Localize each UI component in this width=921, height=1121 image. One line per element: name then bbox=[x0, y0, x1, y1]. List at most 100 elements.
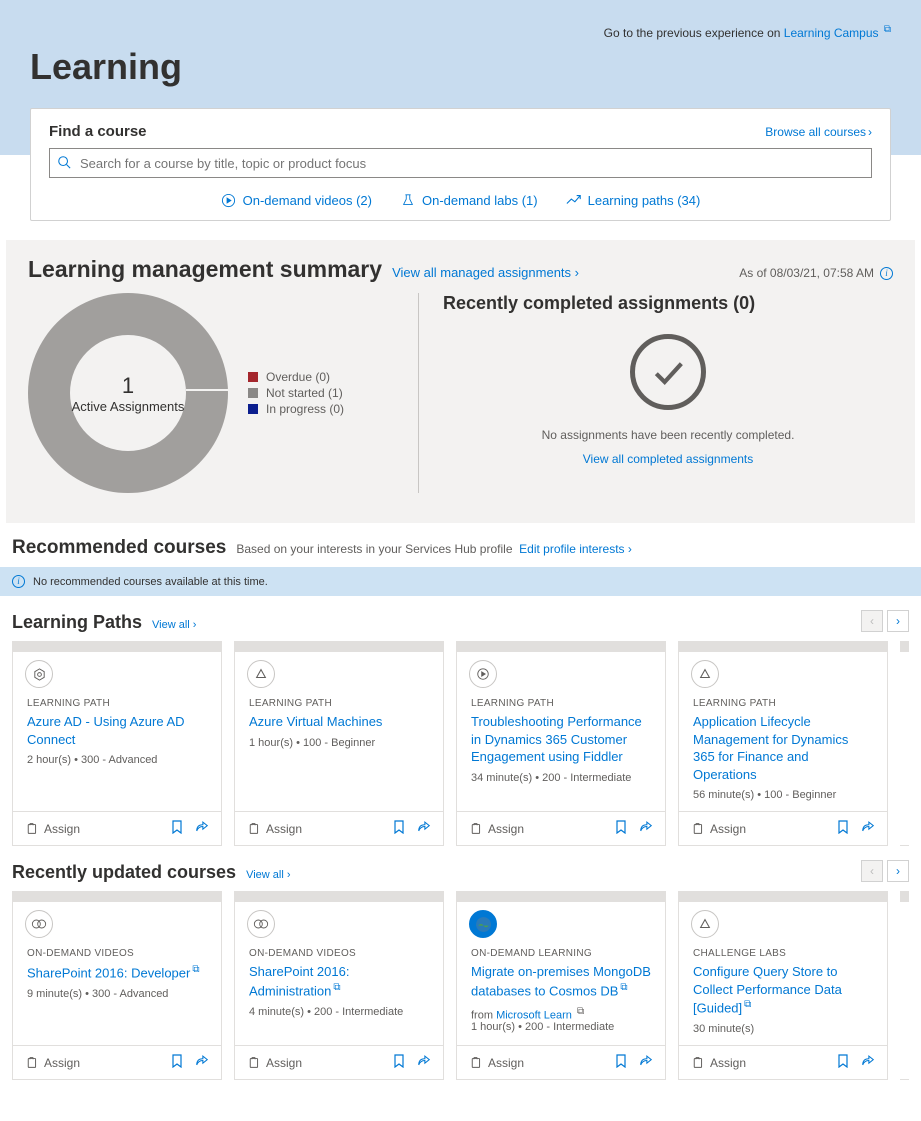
view-all-managed-assignments-link[interactable]: View all managed assignments › bbox=[392, 265, 579, 280]
learning-paths-section: Learning Paths View all › ‹ › LEARNING P… bbox=[0, 596, 921, 846]
card-title-link[interactable]: Migrate on-premises MongoDB databases to… bbox=[471, 963, 651, 999]
card-meta: 30 minute(s) bbox=[693, 1023, 873, 1035]
legend-overdue: Overdue (0) bbox=[248, 370, 344, 384]
page-title: Learning bbox=[30, 46, 891, 88]
on-demand-videos-link[interactable]: On-demand videos (2) bbox=[221, 192, 372, 208]
previous-experience-text: Go to the previous experience on Learnin… bbox=[30, 18, 891, 40]
card-meta: 56 minute(s) • 100 - Beginner bbox=[693, 789, 873, 801]
card-type-label: ON-DEMAND LEARNING bbox=[471, 948, 651, 959]
recent-prev-button[interactable]: ‹ bbox=[861, 860, 883, 882]
assign-button[interactable]: Assign bbox=[691, 1056, 746, 1070]
recently-updated-title: Recently updated courses bbox=[12, 862, 236, 883]
find-course-panel: Find a course Browse all courses › On-de… bbox=[30, 108, 891, 221]
search-icon bbox=[57, 155, 71, 172]
previous-experience-prefix: Go to the previous experience on bbox=[604, 26, 784, 40]
paths-prev-button[interactable]: ‹ bbox=[861, 610, 883, 632]
recent-course-card: ON-DEMAND VIDEOSSharePoint 2016: Adminis… bbox=[234, 891, 444, 1080]
share-icon[interactable] bbox=[195, 1054, 209, 1071]
external-icon: ⧉ bbox=[192, 964, 199, 975]
assign-button[interactable]: Assign bbox=[25, 1056, 80, 1070]
bookmark-icon[interactable] bbox=[615, 820, 627, 837]
bookmark-icon[interactable] bbox=[393, 820, 405, 837]
card-from: from Microsoft Learn ⧉ bbox=[471, 1006, 651, 1022]
external-icon: ⧉ bbox=[744, 999, 751, 1010]
card-type-icon bbox=[247, 660, 275, 688]
card-type-label: LEARNING PATH bbox=[471, 698, 651, 709]
card-type-icon bbox=[25, 910, 53, 938]
recently-completed-title: Recently completed assignments (0) bbox=[443, 293, 893, 314]
find-course-title: Find a course bbox=[49, 123, 147, 140]
learning-campus-link[interactable]: Learning Campus ⧉ bbox=[784, 26, 891, 40]
recent-course-card: ON-DEMAND LEARNING Migrate on-premises Mo… bbox=[456, 891, 666, 1080]
as-of-timestamp: As of 08/03/21, 07:58 AM i bbox=[739, 266, 893, 280]
learning-paths-viewall-link[interactable]: View all › bbox=[152, 619, 196, 631]
card-meta: 9 minute(s) • 300 - Advanced bbox=[27, 988, 207, 1000]
card-type-label: LEARNING PATH bbox=[249, 698, 429, 709]
course-search-input[interactable] bbox=[49, 148, 872, 178]
assign-button[interactable]: Assign bbox=[469, 1056, 524, 1070]
trend-icon bbox=[566, 192, 582, 208]
card-title-link[interactable]: SharePoint 2016: Developer⧉ bbox=[27, 963, 207, 982]
edit-profile-interests-link[interactable]: Edit profile interests › bbox=[519, 542, 632, 556]
recommended-subtitle: Based on your interests in your Services… bbox=[236, 542, 632, 556]
browse-all-courses-link[interactable]: Browse all courses › bbox=[765, 125, 872, 139]
recent-next-button[interactable]: › bbox=[887, 860, 909, 882]
share-icon[interactable] bbox=[861, 1054, 875, 1071]
card-meta: 1 hour(s) • 100 - Beginner bbox=[249, 737, 429, 749]
card-type-label: CHALLENGE LABS bbox=[693, 948, 873, 959]
card-meta: 34 minute(s) • 200 - Intermediate bbox=[471, 772, 651, 784]
on-demand-labs-link[interactable]: On-demand labs (1) bbox=[400, 192, 538, 208]
view-all-completed-link[interactable]: View all completed assignments bbox=[443, 452, 893, 466]
bookmark-icon[interactable] bbox=[171, 820, 183, 837]
share-icon[interactable] bbox=[417, 1054, 431, 1071]
card-title-link[interactable]: Application Lifecycle Management for Dyn… bbox=[693, 713, 873, 783]
bookmark-icon[interactable] bbox=[393, 1054, 405, 1071]
card-type-label: LEARNING PATH bbox=[27, 698, 207, 709]
card-type-icon bbox=[25, 660, 53, 688]
bookmark-icon[interactable] bbox=[837, 820, 849, 837]
recommended-courses-section: Recommended courses Based on your intere… bbox=[0, 523, 921, 559]
share-icon[interactable] bbox=[639, 820, 653, 837]
learning-paths-title: Learning Paths bbox=[12, 612, 142, 633]
card-title-link[interactable]: SharePoint 2016: Administration⧉ bbox=[249, 963, 429, 999]
learning-path-card: LEARNING PATH Troubleshooting Performance… bbox=[456, 641, 666, 846]
recently-completed-empty-text: No assignments have been recently comple… bbox=[443, 428, 893, 442]
card-title-link[interactable]: Azure Virtual Machines bbox=[249, 713, 429, 731]
share-icon[interactable] bbox=[639, 1054, 653, 1071]
active-assignments-donut: 1 Active Assignments bbox=[28, 293, 228, 493]
external-icon: ⧉ bbox=[884, 24, 891, 35]
paths-next-button[interactable]: › bbox=[887, 610, 909, 632]
learning-path-card: LEARNING PATH Azure Virtual Machines 1 hou… bbox=[234, 641, 444, 846]
card-from-link[interactable]: Microsoft Learn bbox=[496, 1009, 572, 1021]
hero-banner: Go to the previous experience on Learnin… bbox=[0, 0, 921, 155]
donut-legend: Overdue (0) Not started (1) In progress … bbox=[248, 368, 344, 418]
info-icon[interactable]: i bbox=[880, 267, 893, 280]
play-circle-icon bbox=[221, 192, 237, 208]
share-icon[interactable] bbox=[417, 820, 431, 837]
assign-button[interactable]: Assign bbox=[25, 822, 80, 836]
learning-management-summary: Learning management summary View all man… bbox=[6, 240, 915, 523]
card-title-link[interactable]: Azure AD - Using Azure AD Connect bbox=[27, 713, 207, 748]
recently-updated-viewall-link[interactable]: View all › bbox=[246, 869, 290, 881]
legend-not-started: Not started (1) bbox=[248, 386, 344, 400]
assign-button[interactable]: Assign bbox=[247, 1056, 302, 1070]
bookmark-icon[interactable] bbox=[837, 1054, 849, 1071]
legend-in-progress: In progress (0) bbox=[248, 402, 344, 416]
external-icon: ⧉ bbox=[620, 982, 627, 993]
checkmark-circle-icon bbox=[630, 334, 706, 410]
learning-paths-link[interactable]: Learning paths (34) bbox=[566, 192, 701, 208]
card-title-link[interactable]: Configure Query Store to Collect Perform… bbox=[693, 963, 873, 1017]
card-type-icon bbox=[691, 660, 719, 688]
share-icon[interactable] bbox=[195, 820, 209, 837]
learning-path-card: LEARNING PATHApplication Lifecycle Manag… bbox=[678, 641, 888, 846]
assign-button[interactable]: Assign bbox=[247, 822, 302, 836]
summary-title: Learning management summary bbox=[28, 256, 382, 283]
bookmark-icon[interactable] bbox=[171, 1054, 183, 1071]
card-title-link[interactable]: Troubleshooting Performance in Dynamics … bbox=[471, 713, 651, 766]
bookmark-icon[interactable] bbox=[615, 1054, 627, 1071]
assign-button[interactable]: Assign bbox=[691, 822, 746, 836]
learning-path-card-peek bbox=[900, 641, 909, 846]
assign-button[interactable]: Assign bbox=[469, 822, 524, 836]
share-icon[interactable] bbox=[861, 820, 875, 837]
recent-course-card: ON-DEMAND VIDEOSSharePoint 2016: Develop… bbox=[12, 891, 222, 1080]
